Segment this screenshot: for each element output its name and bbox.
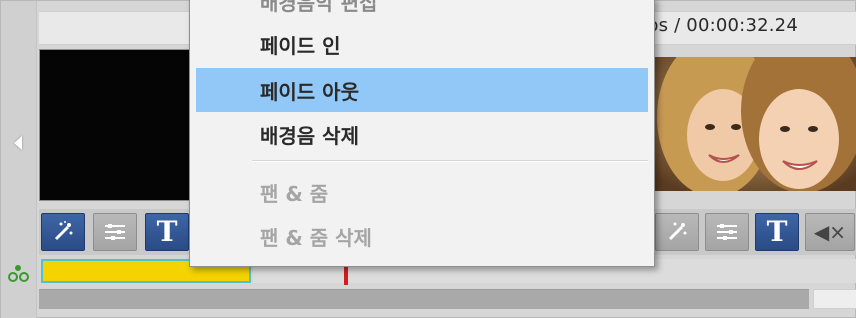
audio-track-icon [8, 265, 29, 282]
adjust-button-right[interactable] [705, 213, 749, 251]
timecode-readout: ps / 00:00:32.24 [647, 15, 798, 36]
mute-icon: ◀× [813, 220, 847, 244]
menu-separator [252, 160, 648, 162]
sliders-icon [717, 224, 737, 240]
menu-item-fade-in[interactable]: 페이드 인 [196, 22, 648, 66]
effects-button[interactable] [41, 213, 85, 251]
clip-toolbar-left: T [39, 209, 191, 255]
mute-button[interactable]: ◀× [805, 213, 855, 251]
chevron-left-icon[interactable] [10, 130, 26, 156]
context-menu: 배경음악 편집 페이드 인 페이드 아웃 배경음 삭제 팬 & 줌 팬 & 줌 … [189, 0, 655, 267]
menu-item-delete-bgm[interactable]: 배경음 삭제 [196, 112, 648, 156]
clip-toolbar-right: T ◀× [653, 209, 856, 255]
scrollbar-end[interactable] [813, 289, 856, 309]
text-button-right[interactable]: T [755, 213, 799, 251]
effects-button-right[interactable] [655, 213, 699, 251]
clip-thumbnail-photo[interactable] [653, 57, 856, 191]
photo-image [653, 57, 856, 191]
magic-wand-icon [668, 222, 687, 241]
magic-wand-icon [54, 221, 73, 241]
menu-item-delete-pan-zoom: 팬 & 줌 삭제 [260, 225, 372, 250]
adjust-button[interactable] [93, 213, 137, 251]
clip-thumbnail-black[interactable] [39, 49, 191, 201]
menu-item-pan-zoom: 팬 & 줌 [260, 181, 329, 206]
horizontal-scrollbar[interactable] [39, 289, 809, 309]
sliders-icon [105, 224, 125, 240]
text-icon: T [766, 215, 788, 248]
text-button[interactable]: T [145, 213, 189, 251]
text-icon: T [156, 215, 178, 248]
menu-item-fade-out[interactable]: 페이드 아웃 [196, 68, 648, 112]
editor-frame: ps / 00:00:32.24 T T ◀× 배경음악 편집 페이드 인 페이… [0, 0, 856, 318]
menu-item-edit-bgm[interactable]: 배경음악 편집 [196, 0, 648, 16]
